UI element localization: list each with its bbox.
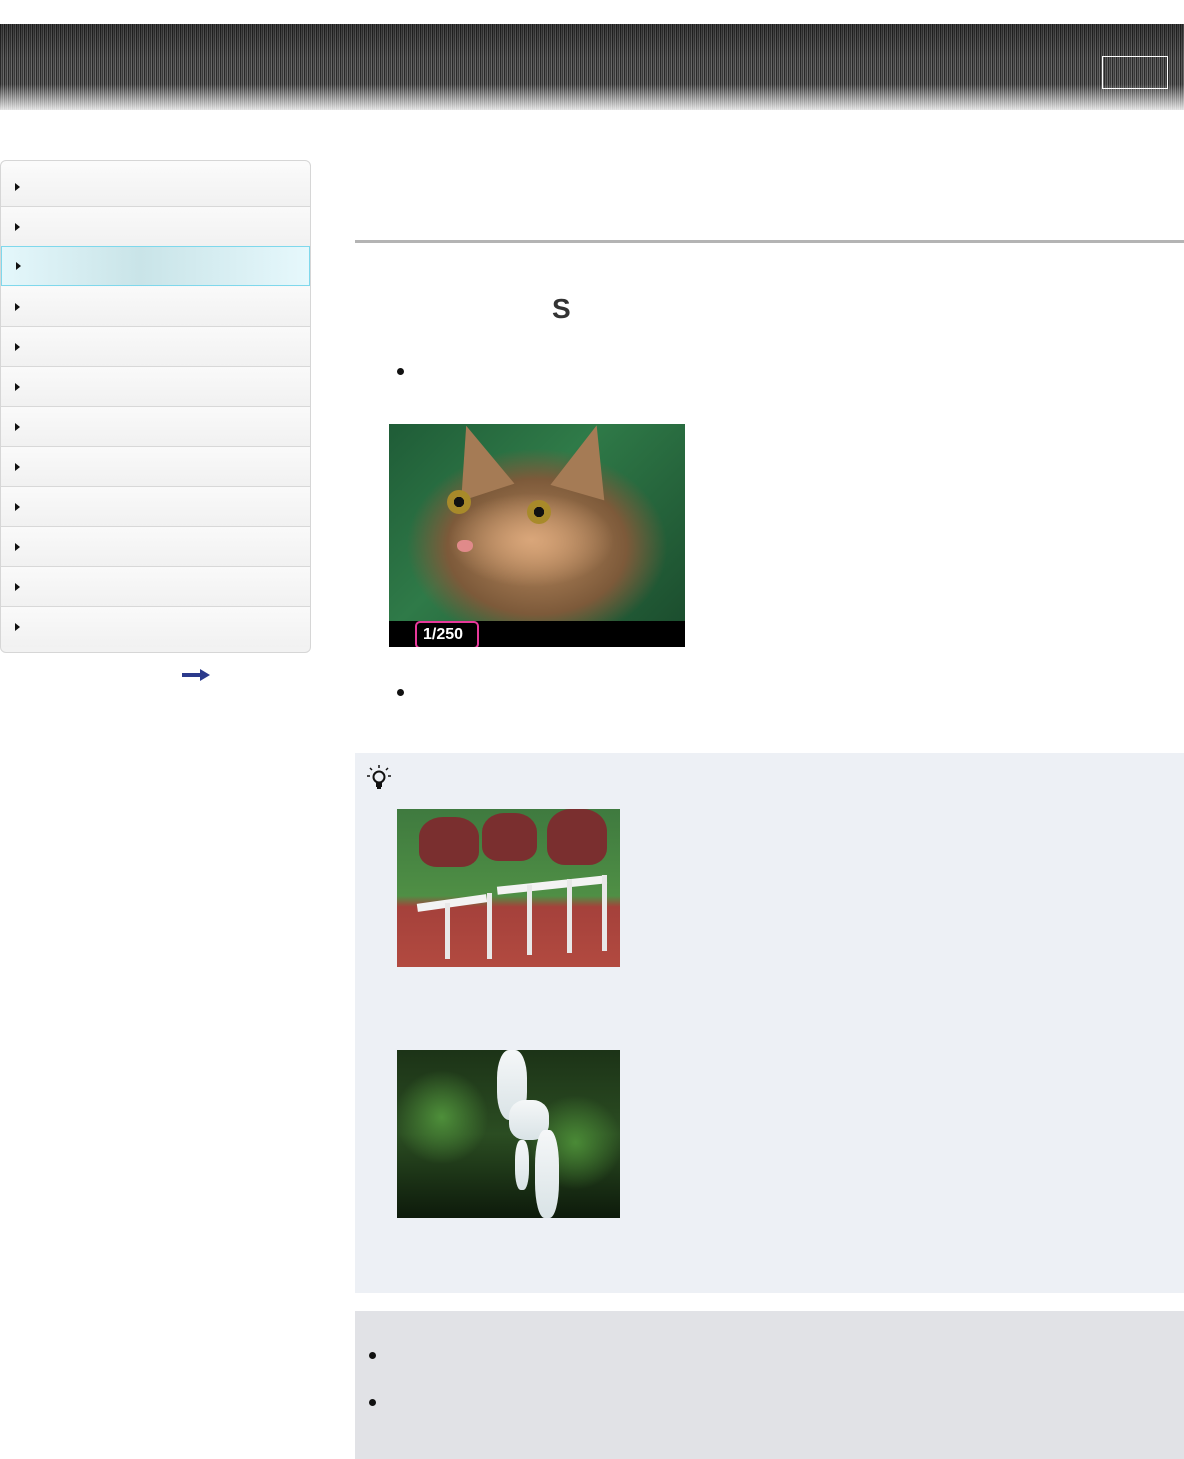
hurdle-photo [397,809,620,967]
runner-figure [547,809,607,865]
sidebar-item-5[interactable] [1,327,310,367]
sidebar-item-9[interactable] [1,487,310,527]
cat-ear [439,424,515,501]
sidebar-item-10[interactable] [1,527,310,567]
sidebar-item-12[interactable] [1,607,310,647]
triangle-right-icon [15,422,20,431]
sidebar-item-7[interactable] [1,407,310,447]
sidebar-nav [0,160,311,653]
cat-ear [550,424,624,501]
triangle-right-icon [15,582,20,591]
more-link[interactable] [182,668,210,681]
bullet-point [397,689,404,696]
sidebar-item-6[interactable] [1,367,310,407]
right-arrow-icon [182,669,210,681]
sidebar-item-11[interactable] [1,567,310,607]
waterfall-stream [515,1140,529,1190]
triangle-right-icon [15,623,20,631]
lightbulb-icon [367,765,391,791]
hurdle-leg [602,875,607,951]
cat-eye [527,500,551,524]
sidebar-item-8[interactable] [1,447,310,487]
triangle-right-icon [15,542,20,551]
shutter-speed-badge: 1/250 [415,621,479,647]
triangle-right-icon [16,262,21,270]
triangle-right-icon [15,342,20,351]
sidebar-item-2[interactable] [1,207,310,247]
bullet-point [397,368,404,375]
bullet-point [369,1352,376,1359]
title-divider [355,240,1184,243]
triangle-right-icon [15,462,20,471]
cat-photo: 1/250 [389,424,685,647]
sidebar-item-3-active[interactable] [1,246,310,286]
hurdle-bar [496,875,608,895]
triangle-right-icon [15,182,20,191]
hurdle-leg [445,903,450,959]
runner-figure [482,813,537,861]
hurdle-leg [567,879,572,953]
shutter-priority-mode-symbol: S [552,293,571,324]
triangle-right-icon [15,222,20,231]
runner-figure [419,817,479,867]
triangle-right-icon [15,302,20,311]
triangle-right-icon [15,502,20,511]
triangle-right-icon [15,382,20,391]
bullet-point [369,1399,376,1406]
note-box [355,1311,1184,1459]
hurdle-leg [527,885,532,955]
cat-eye [447,490,471,514]
shutter-speed-value: 1/250 [423,626,464,643]
header-button[interactable] [1102,56,1168,89]
waterfall-stream [535,1130,559,1218]
hurdle-leg [487,893,492,959]
waterfall-photo [397,1050,620,1218]
sidebar-item-4[interactable] [1,287,310,327]
sidebar-item-1[interactable] [1,167,310,207]
header-banner [0,24,1184,110]
cat-nose [457,540,473,552]
hurdle-bar [416,894,488,912]
